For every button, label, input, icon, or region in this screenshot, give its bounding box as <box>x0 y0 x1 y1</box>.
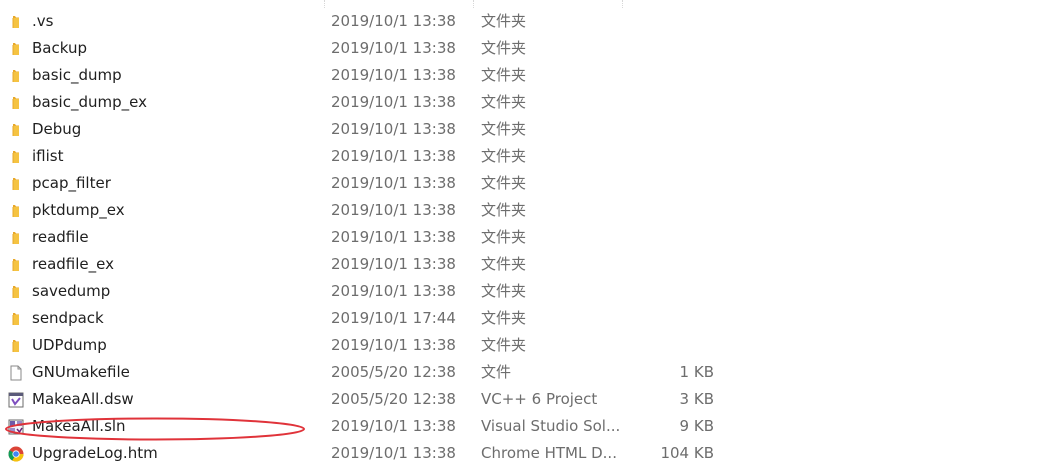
folder-icon <box>12 313 19 325</box>
folder-icon <box>12 70 19 82</box>
file-row-gnumakefile[interactable]: GNUmakefile 2005/5/20 12:38 文件 1 KB <box>0 359 1062 386</box>
file-date-modified: 2019/10/1 13:38 <box>331 93 456 111</box>
file-name: readfile <box>32 228 89 246</box>
folder-icon <box>12 205 19 217</box>
file-name: GNUmakefile <box>32 363 130 381</box>
file-row-makeaall-dsw[interactable]: MakeaAll.dsw 2005/5/20 12:38 VC++ 6 Proj… <box>0 386 1062 413</box>
file-type: 文件夹 <box>481 309 527 327</box>
file-size: 104 KB <box>660 444 714 462</box>
blank-file-icon <box>10 365 22 381</box>
file-type: 文件夹 <box>481 120 527 138</box>
file-row-makeaall-sln[interactable]: MakeaAll.sln 2019/10/1 13:38 Visual Stud… <box>0 413 1062 440</box>
file-row-sendpack[interactable]: sendpack 2019/10/1 17:44 文件夹 <box>0 305 1062 332</box>
file-name: MakeaAll.dsw <box>32 390 134 408</box>
file-date-modified: 2019/10/1 17:44 <box>331 309 456 327</box>
file-name: pktdump_ex <box>32 201 125 219</box>
file-name: .vs <box>32 12 54 30</box>
file-date-modified: 2019/10/1 13:38 <box>331 336 456 354</box>
file-date-modified: 2019/10/1 13:38 <box>331 39 456 57</box>
column-divider[interactable] <box>622 0 623 8</box>
folder-icon <box>12 16 19 28</box>
file-type: 文件夹 <box>481 336 527 354</box>
file-name: UDPdump <box>32 336 107 354</box>
file-type: 文件夹 <box>481 282 527 300</box>
file-row-pcap-filter[interactable]: pcap_filter 2019/10/1 13:38 文件夹 <box>0 170 1062 197</box>
visual-studio-solution-icon <box>8 419 24 435</box>
file-type: 文件夹 <box>481 39 527 57</box>
file-row-backup[interactable]: Backup 2019/10/1 13:38 文件夹 <box>0 35 1062 62</box>
file-size: 3 KB <box>679 390 714 408</box>
folder-icon <box>12 97 19 109</box>
folder-icon <box>12 151 19 163</box>
file-row-iflist[interactable]: iflist 2019/10/1 13:38 文件夹 <box>0 143 1062 170</box>
folder-icon <box>12 259 19 271</box>
file-row-readfile[interactable]: readfile 2019/10/1 13:38 文件夹 <box>0 224 1062 251</box>
file-type: VC++ 6 Project <box>481 390 598 408</box>
file-type: Chrome HTML D... <box>481 444 617 462</box>
file-type: 文件夹 <box>481 93 527 111</box>
file-date-modified: 2019/10/1 13:38 <box>331 417 456 435</box>
file-date-modified: 2019/10/1 13:38 <box>331 444 456 462</box>
visual-studio-project-icon <box>8 392 24 408</box>
file-name: sendpack <box>32 309 104 327</box>
file-type: 文件 <box>481 363 512 381</box>
file-row-basic-dump-ex[interactable]: basic_dump_ex 2019/10/1 13:38 文件夹 <box>0 89 1062 116</box>
file-date-modified: 2019/10/1 13:38 <box>331 147 456 165</box>
file-type: 文件夹 <box>481 12 527 30</box>
file-date-modified: 2005/5/20 12:38 <box>331 390 456 408</box>
file-name: basic_dump <box>32 66 122 84</box>
file-date-modified: 2019/10/1 13:38 <box>331 66 456 84</box>
file-name: iflist <box>32 147 64 165</box>
folder-icon <box>12 286 19 298</box>
file-type: 文件夹 <box>481 66 527 84</box>
file-name: basic_dump_ex <box>32 93 147 111</box>
file-size: 1 KB <box>679 363 714 381</box>
file-date-modified: 2019/10/1 13:38 <box>331 255 456 273</box>
file-date-modified: 2019/10/1 13:38 <box>331 174 456 192</box>
file-type: 文件夹 <box>481 228 527 246</box>
file-list: .vs 2019/10/1 13:38 文件夹 Backup 2019/10/1… <box>0 0 1062 467</box>
file-name: UpgradeLog.htm <box>32 444 158 462</box>
file-name: savedump <box>32 282 111 300</box>
file-size: 9 KB <box>679 417 714 435</box>
column-divider[interactable] <box>324 0 325 8</box>
file-row-upgradelog-htm[interactable]: UpgradeLog.htm 2019/10/1 13:38 Chrome HT… <box>0 440 1062 467</box>
file-type: 文件夹 <box>481 255 527 273</box>
file-row-readfile-ex[interactable]: readfile_ex 2019/10/1 13:38 文件夹 <box>0 251 1062 278</box>
file-name: MakeaAll.sln <box>32 417 126 435</box>
file-row-udpdump[interactable]: UDPdump 2019/10/1 13:38 文件夹 <box>0 332 1062 359</box>
file-type: 文件夹 <box>481 174 527 192</box>
file-row-savedump[interactable]: savedump 2019/10/1 13:38 文件夹 <box>0 278 1062 305</box>
chrome-icon <box>8 446 24 462</box>
file-row-vs[interactable]: .vs 2019/10/1 13:38 文件夹 <box>0 8 1062 35</box>
file-name: readfile_ex <box>32 255 114 273</box>
file-row-basic-dump[interactable]: basic_dump 2019/10/1 13:38 文件夹 <box>0 62 1062 89</box>
file-date-modified: 2019/10/1 13:38 <box>331 120 456 138</box>
folder-icon <box>12 43 19 55</box>
folder-icon <box>12 340 19 352</box>
file-row-pktdump-ex[interactable]: pktdump_ex 2019/10/1 13:38 文件夹 <box>0 197 1062 224</box>
file-name: pcap_filter <box>32 174 111 192</box>
file-date-modified: 2019/10/1 13:38 <box>331 282 456 300</box>
file-date-modified: 2019/10/1 13:38 <box>331 228 456 246</box>
file-name: Backup <box>32 39 87 57</box>
column-divider[interactable] <box>473 0 474 8</box>
file-date-modified: 2019/10/1 13:38 <box>331 12 456 30</box>
file-type: 文件夹 <box>481 201 527 219</box>
file-row-debug[interactable]: Debug 2019/10/1 13:38 文件夹 <box>0 116 1062 143</box>
folder-icon <box>12 178 19 190</box>
folder-icon <box>12 232 19 244</box>
file-date-modified: 2005/5/20 12:38 <box>331 363 456 381</box>
file-type: Visual Studio Sol... <box>481 417 621 435</box>
file-name: Debug <box>32 120 82 138</box>
file-type: 文件夹 <box>481 147 527 165</box>
folder-icon <box>12 124 19 136</box>
file-date-modified: 2019/10/1 13:38 <box>331 201 456 219</box>
